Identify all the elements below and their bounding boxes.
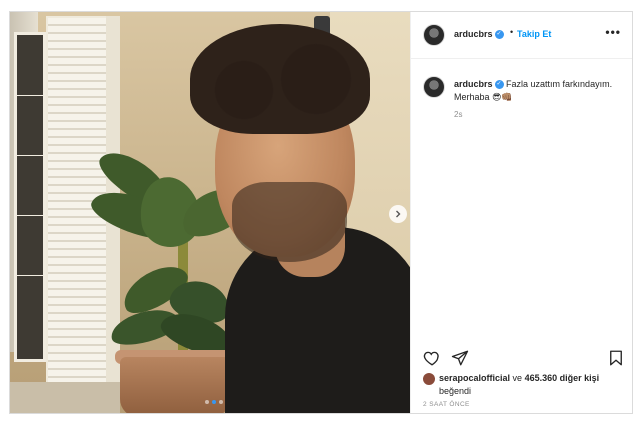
likes-summary: serapocalofficial ve 465.360 diğer kişi … bbox=[423, 372, 628, 398]
chevron-right-icon bbox=[396, 210, 401, 218]
header-username-link[interactable]: arducbrs ✓ bbox=[454, 29, 504, 40]
instagram-post: arducbrs ✓ • Takip Et ••• arducbrs ✓ Fazla… bbox=[9, 11, 633, 414]
post-timestamp[interactable]: 2 SAAT ÖNCE bbox=[423, 401, 470, 408]
liker-avatar[interactable] bbox=[423, 372, 435, 385]
likes-suffix: beğendi bbox=[439, 386, 472, 396]
carousel-dot bbox=[205, 400, 209, 404]
heart-icon[interactable] bbox=[423, 349, 441, 367]
bookmark-icon[interactable] bbox=[607, 349, 625, 367]
post-header: arducbrs ✓ • Takip Et ••• bbox=[411, 12, 632, 59]
verified-badge-icon: ✓ bbox=[494, 80, 504, 90]
post-side-panel: arducbrs ✓ • Takip Et ••• arducbrs ✓ Fazla… bbox=[410, 12, 632, 413]
post-photo[interactable] bbox=[10, 12, 410, 413]
post-actions bbox=[411, 346, 632, 372]
paper-plane-icon[interactable] bbox=[451, 349, 469, 367]
verified-badge-icon: ✓ bbox=[494, 30, 504, 40]
avatar[interactable] bbox=[423, 24, 445, 46]
photo-window bbox=[14, 32, 46, 362]
follow-button[interactable]: Takip Et bbox=[517, 29, 551, 39]
carousel-dot bbox=[219, 400, 223, 404]
username[interactable]: arducbrs bbox=[454, 29, 493, 39]
separator: • bbox=[510, 27, 514, 37]
carousel-indicator bbox=[205, 400, 223, 404]
photo-pot bbox=[120, 357, 230, 413]
caption-avatar[interactable] bbox=[423, 76, 445, 98]
likes-connector: ve bbox=[512, 373, 523, 383]
caption-timestamp: 2s bbox=[454, 110, 463, 119]
carousel-next-button[interactable] bbox=[389, 205, 407, 223]
carousel-dot-active bbox=[212, 400, 216, 404]
caption-username[interactable]: arducbrs bbox=[454, 79, 493, 89]
liker-username[interactable]: serapocalofficial bbox=[439, 373, 510, 383]
more-options-icon[interactable]: ••• bbox=[605, 25, 621, 39]
likes-count[interactable]: 465.360 diğer kişi bbox=[525, 373, 600, 383]
